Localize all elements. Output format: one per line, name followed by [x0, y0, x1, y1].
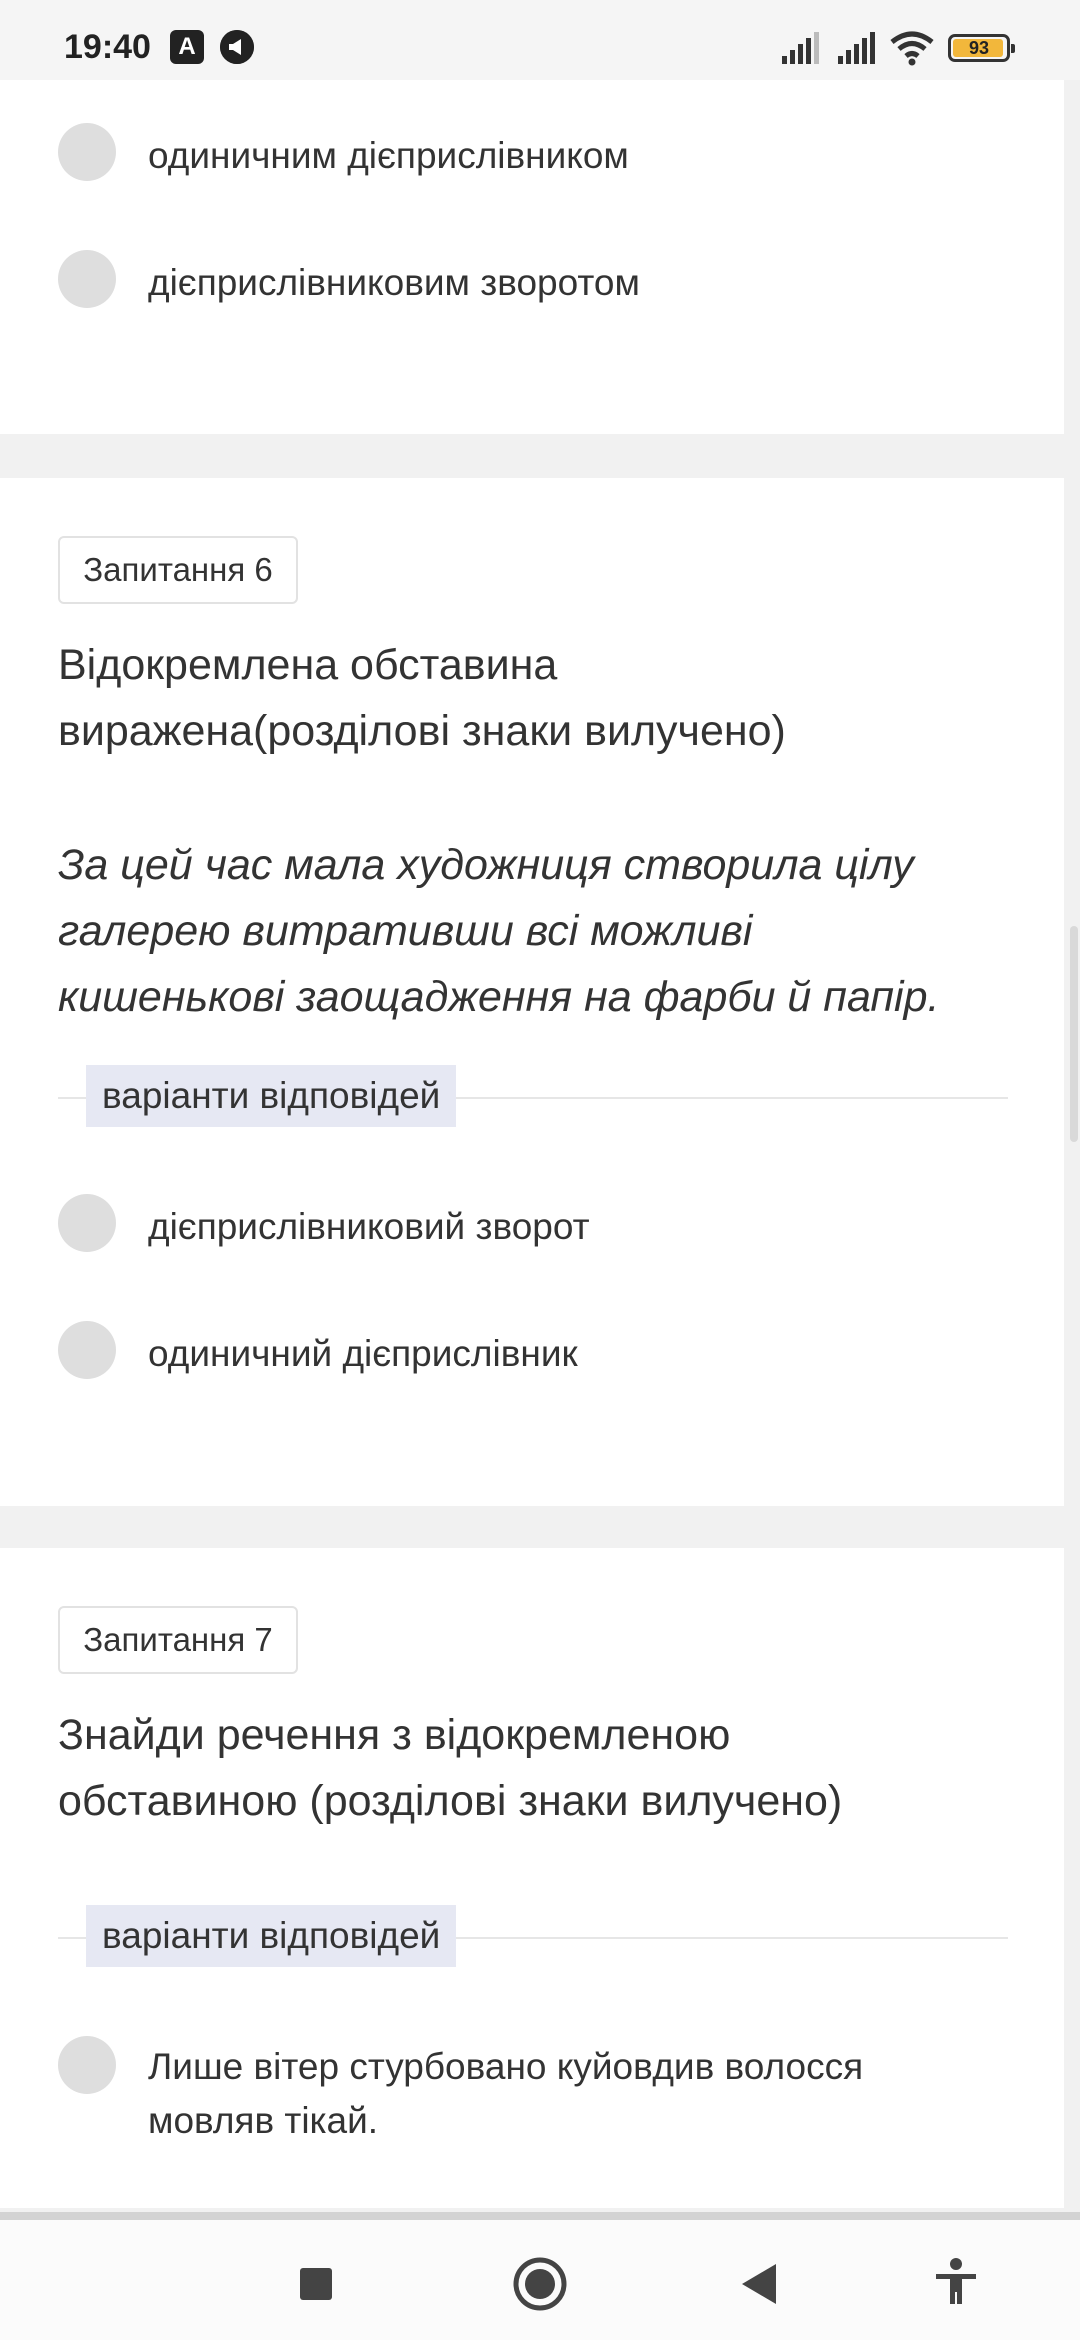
answer-option-label: дієприслівниковий зворот: [148, 1206, 590, 1247]
question-title: Відокремлена обставина виражена(розділов…: [58, 632, 1018, 764]
system-navigation-bar: [0, 2212, 1080, 2340]
recents-icon[interactable]: [278, 2246, 354, 2322]
radio-button[interactable]: [58, 123, 116, 181]
question-sentence-line: кишенькові заощадження на фарби й папір.: [58, 973, 940, 1021]
answer-option-label: дієприслівниковим зворотом: [148, 262, 640, 303]
status-bar: 19:40 A 93: [0, 0, 1080, 80]
answer-option-label: одиничним дієприслівником: [148, 135, 629, 176]
answer-option-label: одиничний дієприслівник: [148, 1333, 578, 1374]
answer-variants-label: варіанти відповідей: [86, 1905, 457, 1967]
question-card-7: Запитання 7 Знайди речення з відокремлен…: [0, 1548, 1064, 2208]
question-title-line: обставиною (розділові знаки вилучено): [58, 1777, 843, 1825]
question-card-6: Запитання 6 Відокремлена обставина вираж…: [0, 478, 1064, 1506]
status-time: 19:40: [64, 28, 151, 66]
question-card-previous: одиничним дієприслівником дієприслівнико…: [0, 80, 1064, 434]
radio-button[interactable]: [58, 2036, 116, 2094]
question-title-line: виражена(розділові знаки вилучено): [58, 707, 786, 755]
question-title: Знайди речення з відокремленою обставино…: [58, 1702, 1018, 1834]
question-number-badge: Запитання 7: [58, 1606, 298, 1674]
battery-icon: 93: [948, 34, 1015, 62]
answer-option-label-line: мовляв тікай.: [148, 2100, 379, 2141]
answer-option-label: Лише вітер стурбовано куйовдив волосся м…: [148, 2040, 863, 2148]
radio-button[interactable]: [58, 250, 116, 308]
question-sentence: За цей час мала художниця створила цілу …: [58, 832, 1018, 1030]
radio-button[interactable]: [58, 1194, 116, 1252]
battery-level: 93: [968, 38, 990, 58]
wifi-icon: [890, 31, 934, 66]
text-a-icon: A: [170, 30, 204, 64]
question-title-line: Знайди речення з відокремленою: [58, 1711, 731, 1759]
question-sentence-line: галерею витративши всі можливі: [58, 907, 753, 955]
scrollbar-thumb[interactable]: [1070, 926, 1078, 1142]
answer-variants-divider: варіанти відповідей: [58, 1065, 1008, 1127]
signal-icon: [782, 32, 819, 64]
question-title-line: Відокремлена обставина: [58, 641, 558, 689]
answer-variants-divider: варіанти відповідей: [58, 1905, 1008, 1967]
answer-option-label-line: Лише вітер стурбовано куйовдив волосся: [148, 2046, 864, 2087]
question-number-badge: Запитання 6: [58, 536, 298, 604]
accessibility-icon[interactable]: [918, 2246, 994, 2322]
megaphone-icon: [220, 30, 254, 64]
back-icon[interactable]: [722, 2246, 798, 2322]
answer-variants-label: варіанти відповідей: [86, 1065, 457, 1127]
radio-button[interactable]: [58, 1321, 116, 1379]
home-icon[interactable]: [502, 2246, 578, 2322]
signal-icon: [838, 32, 875, 64]
question-sentence-line: За цей час мала художниця створила цілу: [58, 841, 914, 889]
